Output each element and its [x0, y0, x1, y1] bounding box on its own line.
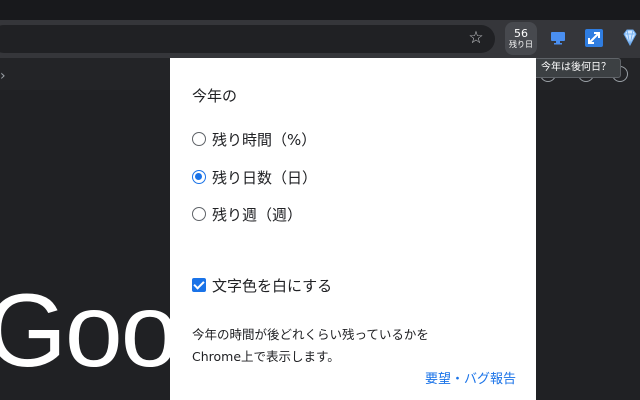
description-line: Chrome上で表示します。 [192, 349, 340, 364]
diamond-icon[interactable] [620, 28, 640, 48]
radio-remaining-weeks[interactable]: 残り週（週） [192, 203, 302, 225]
expand-arrows-icon[interactable] [584, 28, 604, 48]
radio-remaining-time[interactable]: 残り時間（%） [192, 128, 316, 150]
radio-unchecked-icon[interactable] [192, 207, 206, 221]
radio-label: 残り時間（%） [212, 130, 317, 149]
radio-checked-icon[interactable] [192, 170, 206, 184]
feedback-link[interactable]: 要望・バグ報告 [425, 368, 516, 387]
monitor-icon[interactable] [548, 28, 568, 48]
description-line: 今年の時間が後どれくらい残っているかを [192, 327, 429, 342]
address-bar[interactable] [0, 25, 495, 53]
popup-heading: 今年の [192, 87, 238, 105]
days-left-extension-button[interactable]: 56 残り日 [505, 22, 537, 55]
checkbox-checked-icon[interactable] [192, 278, 206, 292]
tab-strip [0, 0, 640, 20]
browser-window: ☆ 56 残り日 › Goo 今年は後何日？ 今年の 残り時間（%） 残り日数（… [0, 0, 640, 400]
checkbox-label: 文字色を白にする [212, 276, 333, 295]
extension-popup: 今年の 残り時間（%） 残り日数（日） 残り週（週） 文字色を白にする 今年の時… [170, 58, 536, 400]
radio-label: 残り週（週） [212, 205, 303, 224]
radio-unchecked-icon[interactable] [192, 132, 206, 146]
white-text-checkbox-row[interactable]: 文字色を白にする [192, 274, 332, 296]
radio-label: 残り日数（日） [212, 168, 318, 187]
chevron-right-icon[interactable]: › [0, 68, 6, 84]
popup-description: 今年の時間が後どれくらい残っているかを Chrome上で表示します。 [192, 324, 522, 368]
google-logo: Goo [0, 273, 179, 389]
days-left-caption: 残り日 [509, 40, 533, 49]
extension-tooltip: 今年は後何日？ [531, 58, 621, 78]
days-left-count: 56 [514, 27, 528, 40]
radio-remaining-days[interactable]: 残り日数（日） [192, 166, 317, 188]
star-icon[interactable]: ☆ [465, 27, 487, 49]
